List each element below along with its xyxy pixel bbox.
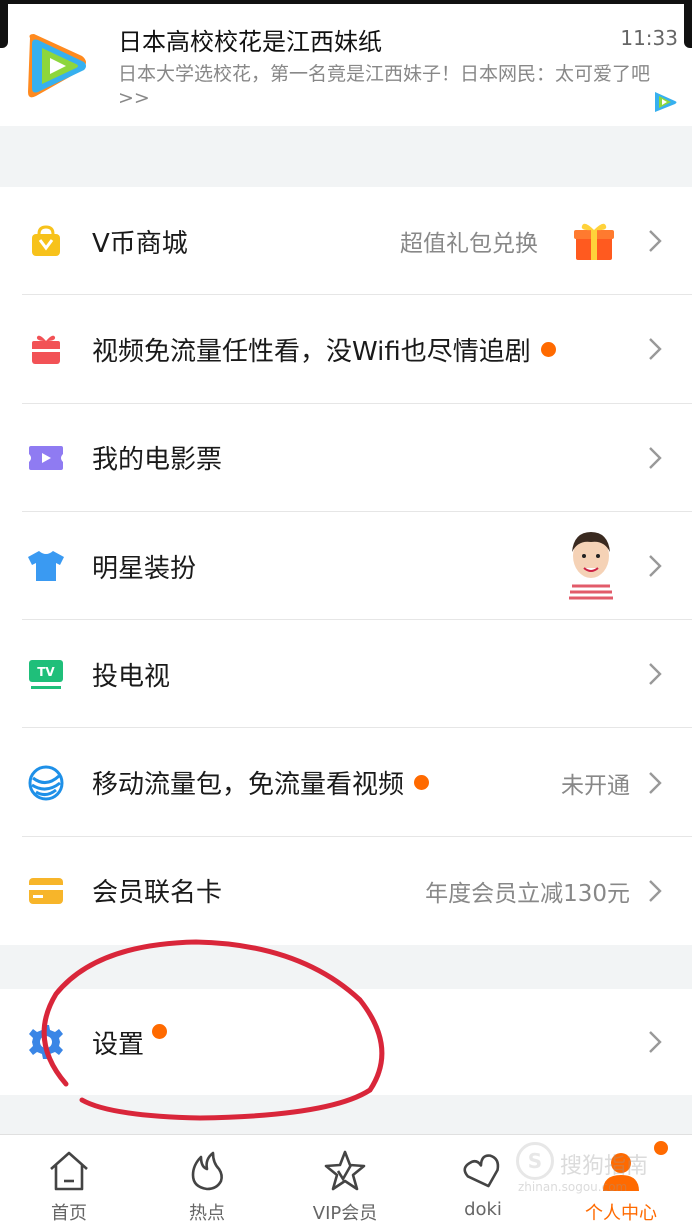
watermark-brand: 搜狗指南: [560, 1154, 649, 1179]
menu-item-label: 会员联名卡: [92, 878, 223, 909]
menu-item-label: 移动流量包，免流量看视频: [92, 764, 430, 801]
sogou-watermark: S 搜狗指南 zhinan.sogou.com: [512, 1140, 688, 1204]
tv-icon: TV: [26, 654, 66, 694]
chevron-right-icon: [649, 446, 662, 469]
menu-item-label: 视频免流量任性看，没Wifi也尽情追剧: [92, 331, 556, 368]
chevron-right-icon: [649, 338, 662, 361]
card-icon: [26, 871, 66, 911]
tab-label: VIP会员: [312, 1203, 378, 1224]
notification-title: 日本高校校花是江西妹纸: [118, 28, 382, 56]
menu-item-label: 我的电影票: [92, 445, 223, 476]
home-icon: [50, 1151, 88, 1191]
star-avatar: [568, 532, 614, 607]
menu-item-settings[interactable]: 设置: [0, 989, 692, 1095]
push-notification[interactable]: 日本高校校花是江西妹纸 11:33 日本大学选校花，第一名竟是江西妹子！日本网民…: [0, 0, 692, 126]
menu-item-free-data-video[interactable]: 视频免流量任性看，没Wifi也尽情追剧: [0, 295, 692, 404]
status-bar-edge: [0, 0, 692, 48]
tab-label: 首页: [51, 1203, 87, 1224]
new-badge-dot: [152, 1023, 168, 1039]
new-badge-dot: [540, 341, 556, 357]
watermark-url: zhinan.sogou.com: [518, 1180, 628, 1194]
gear-icon: [26, 1022, 66, 1062]
shopping-bag-icon: [26, 221, 66, 261]
menu-item-mobile-data-pack[interactable]: 移动流量包，免流量看视频 未开通: [0, 728, 692, 837]
menu-item-text: 视频免流量任性看，没Wifi也尽情追剧: [92, 336, 531, 367]
svg-text:TV: TV: [37, 665, 55, 679]
menu-item-star-outfit[interactable]: 明星装扮: [0, 512, 692, 621]
tab-vip[interactable]: VIP会员: [276, 1135, 414, 1230]
tab-home[interactable]: 首页: [0, 1135, 138, 1230]
menu-item-cast-tv[interactable]: TV 投电视: [0, 620, 692, 729]
settings-group: 设置: [0, 989, 692, 1095]
tab-hot[interactable]: 热点: [138, 1135, 276, 1230]
china-mobile-icon: [26, 763, 66, 803]
gift-box-icon: [26, 329, 66, 369]
menu-item-label: 明星装扮: [92, 553, 197, 584]
menu-item-vcoin-mall[interactable]: V币商城 超值礼包兑换: [0, 187, 692, 296]
settings-label: 设置: [92, 1029, 145, 1060]
chevron-right-icon: [649, 555, 662, 577]
vip-star-icon: [324, 1150, 366, 1191]
chevron-right-icon: [649, 880, 662, 902]
menu-item-label: 设置: [92, 1023, 168, 1061]
menu-item-label: V币商城: [92, 228, 188, 259]
notification-body: 日本大学选校花，第一名竟是江西妹子！日本网民：太可爱了吧>>: [118, 63, 651, 109]
menu-item-movie-tickets[interactable]: 我的电影票: [0, 404, 692, 512]
doki-heart-icon: [463, 1154, 500, 1188]
sogou-logo-icon: S: [516, 1142, 554, 1180]
chevron-right-icon: [649, 230, 662, 252]
menu-list: V币商城 超值礼包兑换 视频免流量任性看，没Wifi也尽情追剧 我的电影票 明星…: [0, 187, 692, 945]
ticket-icon: [26, 438, 66, 478]
menu-item-status: 未开通: [561, 772, 630, 799]
new-badge-dot: [414, 775, 430, 791]
chevron-right-icon: [649, 771, 662, 794]
tencent-video-small-icon: [655, 92, 677, 112]
menu-item-promo: 年度会员立减130元: [425, 880, 630, 907]
menu-item-hint: 超值礼包兑换: [400, 231, 538, 258]
gift-icon: [574, 223, 614, 261]
chevron-right-icon: [649, 1031, 662, 1053]
notification-time: 11:33: [620, 26, 678, 50]
tshirt-icon: [26, 546, 66, 586]
flame-icon: [191, 1151, 223, 1191]
menu-item-member-card[interactable]: 会员联名卡 年度会员立减130元: [0, 837, 692, 945]
menu-item-label: 投电视: [92, 661, 171, 692]
chevron-right-icon: [649, 663, 662, 686]
tab-label: 热点: [189, 1203, 225, 1224]
menu-item-text: 移动流量包，免流量看视频: [92, 770, 405, 801]
tencent-video-icon: [28, 34, 86, 98]
